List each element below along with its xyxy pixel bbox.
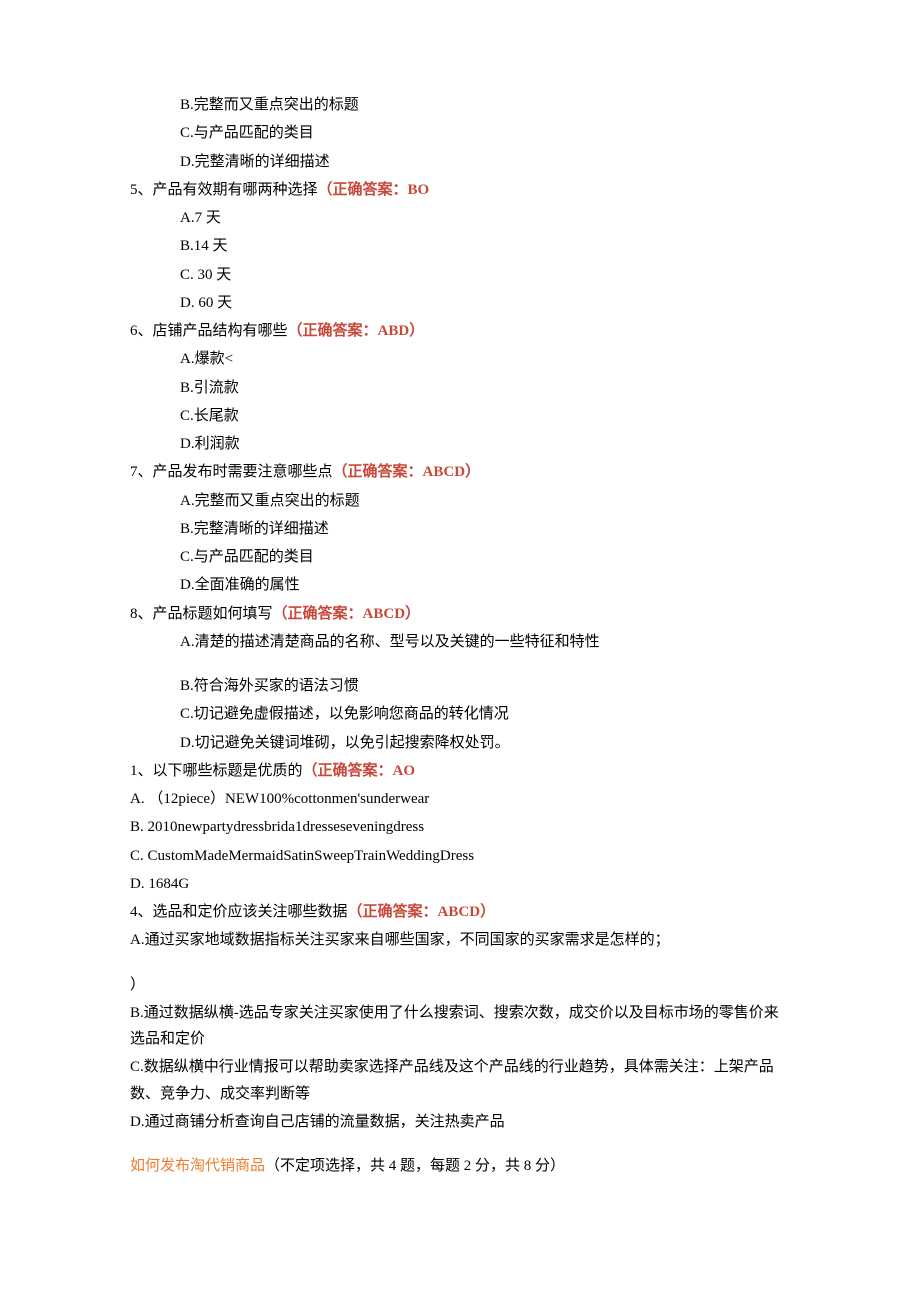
q5-answer-value: BO [408, 182, 430, 198]
q4-option-c: C.数据纵横中行业情报可以帮助卖家选择产品线及这个产品线的行业趋势，具体需关注：… [130, 1054, 790, 1107]
q6-answer-value: ABD [378, 323, 410, 339]
question-7: 7、产品发布时需要注意哪些点（正确答案：ABCD） [130, 459, 790, 485]
q7-answer-value: ABCD [423, 464, 466, 480]
q4-answer-close: ） [480, 904, 495, 920]
section-heading: 如何发布淘代销商品（不定项选择，共 4 题，每题 2 分，共 8 分） [130, 1153, 790, 1179]
q1-text: 以下哪些标题是优质的 [153, 763, 303, 779]
q7-number: 7、 [130, 464, 153, 480]
q4-option-d: D.通过商铺分析查询自己店铺的流量数据，关注热卖产品 [130, 1109, 790, 1135]
q5-text: 产品有效期有哪两种选择 [153, 182, 318, 198]
question-8: 8、产品标题如何填写（正确答案：ABCD） [130, 601, 790, 627]
q8-option-d: D.切记避免关键词堆砌，以免引起搜索降权处罚。 [130, 730, 790, 756]
question-4: 4、选品和定价应该关注哪些数据（正确答案：ABCD） [130, 899, 790, 925]
q5-answer-open: （正确答案： [318, 182, 408, 198]
q4-option-a-line1: A.通过买家地域数据指标关注买家来自哪些国家，不同国家的买家需求是怎样的； [130, 927, 790, 953]
q1-answer-value: AO [393, 763, 416, 779]
question-5: 5、产品有效期有哪两种选择（正确答案：BO [130, 177, 790, 203]
q4-option-a-line2: ） [130, 972, 790, 998]
q4-answer-open: （正确答案： [348, 904, 438, 920]
q1-option-d: D. 1684G [130, 871, 790, 897]
section-title: 如何发布淘代销商品 [130, 1158, 265, 1174]
q7-option-a: A.完整而又重点突出的标题 [130, 488, 790, 514]
top-option-b: B.完整而又重点突出的标题 [130, 92, 790, 118]
q4-answer-value: ABCD [438, 904, 481, 920]
q7-answer-open: （正确答案： [333, 464, 423, 480]
question-1: 1、以下哪些标题是优质的（正确答案：AO [130, 758, 790, 784]
q6-option-a: A.爆款< [130, 346, 790, 372]
q4-text: 选品和定价应该关注哪些数据 [153, 904, 348, 920]
q1-option-a: A. （12piece）NEW100%cottonmen'sunderwear [130, 786, 790, 812]
q6-answer-close: ） [409, 323, 424, 339]
q7-option-b: B.完整清晰的详细描述 [130, 516, 790, 542]
q4-option-b: B.通过数据纵横-选品专家关注买家使用了什么搜索词、搜索次数，成交价以及目标市场… [130, 1000, 790, 1053]
q7-option-d: D.全面准确的属性 [130, 572, 790, 598]
q8-option-b: B.符合海外买家的语法习惯 [130, 673, 790, 699]
q5-number: 5、 [130, 182, 153, 198]
q8-answer-close: ） [405, 606, 420, 622]
top-option-c: C.与产品匹配的类目 [130, 120, 790, 146]
q8-option-c: C.切记避免虚假描述，以免影响您商品的转化情况 [130, 701, 790, 727]
q5-option-b: B.14 天 [130, 233, 790, 259]
q8-option-a: A.清楚的描述清楚商品的名称、型号以及关键的一些特征和特性 [130, 629, 790, 655]
q1-option-b: B. 2010newpartydressbrida1dressesevening… [130, 814, 790, 840]
q7-option-c: C.与产品匹配的类目 [130, 544, 790, 570]
q7-answer-close: ） [465, 464, 480, 480]
q6-answer-open: （正确答案： [288, 323, 378, 339]
q6-option-c: C.长尾款 [130, 403, 790, 429]
q5-option-d: D. 60 天 [130, 290, 790, 316]
q5-option-c: C. 30 天 [130, 262, 790, 288]
q5-option-a: A.7 天 [130, 205, 790, 231]
q8-answer-open: （正确答案： [273, 606, 363, 622]
q6-text: 店铺产品结构有哪些 [153, 323, 288, 339]
question-6: 6、店铺产品结构有哪些（正确答案：ABD） [130, 318, 790, 344]
q1-answer-open: （正确答案： [303, 763, 393, 779]
q7-text: 产品发布时需要注意哪些点 [153, 464, 333, 480]
q6-option-d: D.利润款 [130, 431, 790, 457]
q8-number: 8、 [130, 606, 153, 622]
q4-number: 4、 [130, 904, 153, 920]
q6-number: 6、 [130, 323, 153, 339]
q1-option-c: C. CustomMadeMermaidSatinSweepTrainWeddi… [130, 843, 790, 869]
q1-number: 1、 [130, 763, 153, 779]
q6-option-b: B.引流款 [130, 375, 790, 401]
top-option-d: D.完整清晰的详细描述 [130, 149, 790, 175]
section-note: （不定项选择，共 4 题，每题 2 分，共 8 分） [265, 1158, 565, 1174]
q8-text: 产品标题如何填写 [153, 606, 273, 622]
q8-answer-value: ABCD [363, 606, 406, 622]
